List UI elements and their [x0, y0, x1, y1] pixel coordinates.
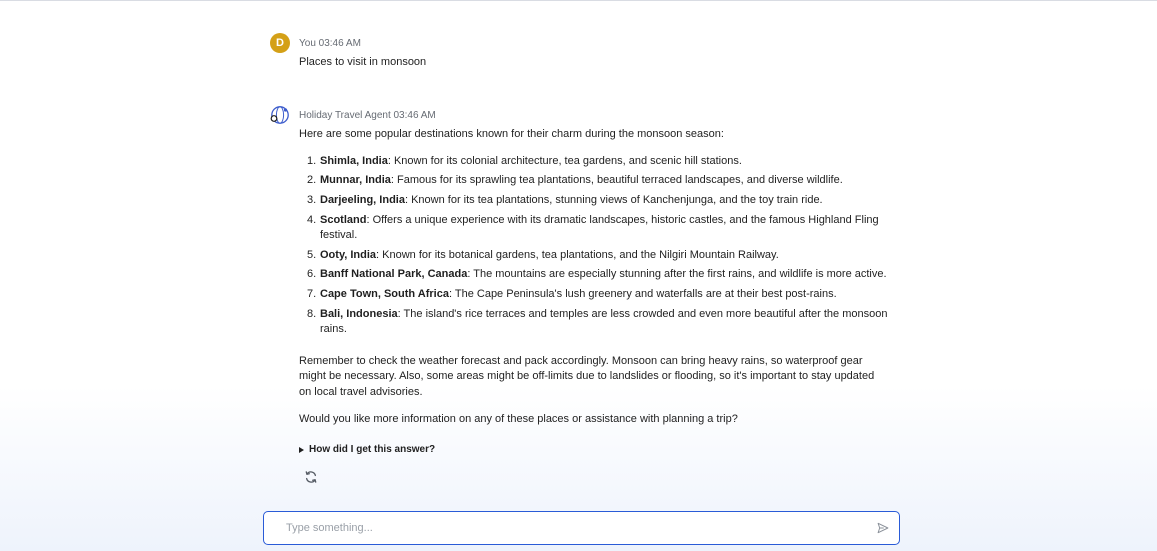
destination-name: Munnar, India [320, 174, 391, 187]
send-icon[interactable] [877, 522, 889, 534]
message-composer [263, 511, 900, 545]
destination-item: Banff National Park, Canada: The mountai… [307, 267, 889, 283]
how-did-i-get-this-answer-toggle[interactable]: How did I get this answer? [299, 444, 435, 455]
destination-item: Ooty, India: Known for its botanical gar… [307, 248, 889, 264]
destination-name: Darjeeling, India [320, 193, 405, 206]
destination-name: Banff National Park, Canada [320, 268, 468, 281]
destination-name: Ooty, India [320, 248, 377, 261]
destination-item: Shimla, India: Known for its colonial ar… [307, 154, 889, 170]
destination-item: Scotland: Offers a unique experience wit… [307, 213, 889, 244]
destination-name: Shimla, India [320, 154, 388, 167]
message-input[interactable] [286, 521, 846, 535]
agent-intro: Here are some popular destinations known… [299, 128, 724, 140]
user-message: D You 03:46 AM Places to visit in monsoo… [270, 33, 880, 73]
user-avatar-letter: D [276, 37, 284, 49]
agent-globe-icon [270, 106, 289, 124]
agent-message: Holiday Travel Agent 03:46 AM Here are s… [270, 105, 887, 485]
agent-advice: Remember to check the weather forecast a… [299, 354, 875, 398]
disclosure-triangle-icon [299, 446, 304, 453]
destination-item: Darjeeling, India: Known for its tea pla… [307, 193, 889, 209]
destination-description: : The Cape Peninsula's lush greenery and… [448, 288, 837, 301]
user-message-text: Places to visit in monsoon [299, 55, 889, 71]
agent-message-content: Here are some popular destinations known… [299, 127, 889, 428]
destination-description: : Known for its tea plantations, stunnin… [404, 193, 823, 206]
destination-name: Cape Town, South Africa [320, 288, 449, 301]
destination-description: : Known for its colonial architecture, t… [387, 154, 742, 167]
destination-item: Bali, Indonesia: The island's rice terra… [307, 307, 889, 338]
destination-description: : The island's rice terraces and temples… [320, 307, 888, 336]
top-divider [0, 0, 1157, 1]
agent-followup-question: Would you like more information on any o… [299, 413, 738, 426]
destination-name: Bali, Indonesia [320, 307, 398, 320]
user-message-meta: You 03:46 AM [299, 38, 361, 49]
user-avatar: D [270, 33, 290, 53]
destination-description: : The mountains are especially stunning … [467, 268, 887, 281]
destination-description: : Known for its botanical gardens, tea p… [376, 248, 779, 261]
destinations-list: Shimla, India: Known for its colonial ar… [299, 154, 889, 338]
destination-item: Munnar, India: Famous for its sprawling … [307, 173, 889, 189]
details-label: How did I get this answer? [309, 444, 436, 455]
destination-item: Cape Town, South Africa: The Cape Penins… [307, 287, 889, 303]
destination-name: Scotland [320, 213, 367, 226]
destination-description: : Famous for its sprawling tea plantatio… [390, 174, 843, 187]
user-message-body: Places to visit in monsoon [299, 56, 427, 68]
agent-message-meta: Holiday Travel Agent 03:46 AM [299, 110, 436, 121]
refresh-icon[interactable] [304, 470, 318, 484]
destination-description: : Offers a unique experience with its dr… [320, 213, 879, 242]
